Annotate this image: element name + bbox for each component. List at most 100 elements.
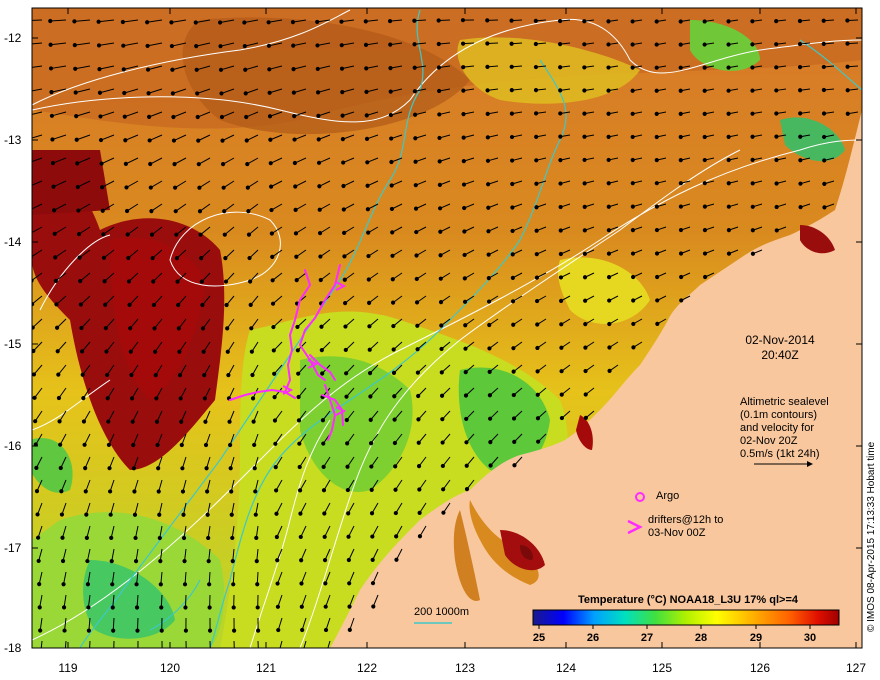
velocity-arrow-head bbox=[750, 88, 755, 93]
velocity-arrow-head bbox=[256, 628, 261, 633]
velocity-arrow-head bbox=[417, 510, 422, 515]
velocity-arrow-head bbox=[750, 111, 755, 116]
velocity-arrow-head bbox=[606, 111, 611, 116]
velocity-arrow-head bbox=[195, 91, 200, 96]
velocity-arrow-head bbox=[415, 370, 420, 375]
velocity-arrow-head bbox=[726, 134, 731, 139]
velocity-arrow-head bbox=[339, 66, 345, 71]
velocity-arrow-head bbox=[79, 325, 84, 331]
velocity-arrow-head bbox=[175, 279, 180, 284]
velocity-arrow-head bbox=[220, 162, 226, 167]
velocity-arrow-head bbox=[194, 67, 199, 72]
velocity-arrow-head bbox=[169, 20, 174, 25]
velocity-arrow-head bbox=[197, 209, 203, 214]
velocity-arrow-head bbox=[364, 89, 369, 94]
velocity-arrow-head bbox=[631, 321, 636, 327]
velocity-arrow-head bbox=[26, 90, 29, 93]
velocity-arrow-head bbox=[370, 581, 376, 586]
velocity-arrow-head bbox=[464, 487, 470, 492]
velocity-arrow-head bbox=[131, 466, 136, 471]
velocity-arrow-head bbox=[371, 604, 376, 609]
velocity-arrow-head bbox=[388, 42, 393, 47]
velocity-arrow-head bbox=[437, 159, 442, 164]
velocity-arrow-head bbox=[157, 512, 162, 517]
velocity-arrow-head bbox=[120, 19, 125, 25]
velocity-arrow-head bbox=[845, 64, 850, 69]
velocity-arrow-head bbox=[392, 417, 397, 422]
velocity-arrow-head bbox=[509, 134, 515, 140]
velocity-arrow-head bbox=[488, 463, 493, 468]
x-tick-label: 122 bbox=[356, 661, 378, 675]
velocity-arrow-head bbox=[48, 42, 53, 47]
velocity-arrow-head bbox=[133, 559, 139, 564]
velocity-arrow-head bbox=[534, 134, 539, 139]
velocity-arrow-head bbox=[461, 135, 466, 140]
velocity-arrow-head bbox=[245, 161, 250, 167]
velocity-arrow-head bbox=[250, 396, 256, 401]
velocity-arrow-head bbox=[485, 18, 490, 23]
velocity-arrow-head bbox=[254, 558, 259, 564]
velocity-arrow-head bbox=[339, 43, 344, 48]
velocity-arrow-head bbox=[416, 393, 421, 399]
velocity-arrow-head bbox=[271, 324, 276, 330]
velocity-arrow-head bbox=[606, 157, 611, 163]
velocity-arrow-head bbox=[510, 158, 515, 163]
velocity-arrow-head bbox=[630, 204, 635, 209]
velocity-arrow-head bbox=[299, 558, 304, 563]
velocity-arrow-head bbox=[821, 64, 826, 70]
velocity-arrow-head bbox=[110, 582, 115, 587]
velocity-arrow-head bbox=[133, 535, 138, 541]
velocity-arrow-head bbox=[255, 605, 260, 610]
velocity-arrow-head bbox=[103, 326, 108, 331]
velocity-arrow-head bbox=[38, 628, 43, 633]
velocity-arrow-head bbox=[655, 274, 660, 280]
velocity-arrow-head bbox=[463, 323, 468, 328]
velocity-arrow-head bbox=[654, 251, 660, 256]
velocity-arrow-head bbox=[534, 158, 539, 163]
credit-text: © IMOS 08-Apr-2015 17:13:33 Hobart time bbox=[866, 441, 877, 632]
velocity-arrow-head bbox=[201, 349, 206, 354]
velocity-arrow-head bbox=[460, 18, 466, 23]
velocity-arrow-head bbox=[679, 298, 684, 303]
velocity-arrow-head bbox=[291, 90, 296, 95]
velocity-arrow-head bbox=[486, 182, 491, 187]
velocity-arrow-head bbox=[25, 66, 28, 69]
velocity-arrow-head bbox=[103, 302, 108, 307]
velocity-arrow-head bbox=[582, 228, 587, 233]
velocity-arrow-head bbox=[606, 88, 611, 93]
velocity-arrow-head bbox=[134, 605, 140, 610]
velocity-arrow-head bbox=[583, 322, 588, 327]
velocity-arrow-head bbox=[273, 441, 278, 446]
velocity-arrow-head bbox=[246, 209, 251, 214]
velocity-arrow-head bbox=[606, 228, 611, 233]
velocity-arrow-head bbox=[177, 373, 183, 378]
velocity-arrow-head bbox=[558, 134, 563, 139]
velocity-arrow-head bbox=[392, 440, 398, 446]
velocity-arrow-head bbox=[101, 232, 106, 237]
velocity-arrow-head bbox=[654, 65, 659, 70]
velocity-arrow-head bbox=[323, 627, 329, 633]
velocity-arrow-head bbox=[145, 20, 150, 25]
velocity-arrow-head bbox=[203, 419, 208, 424]
velocity-arrow-head bbox=[413, 112, 418, 117]
velocity-arrow-head bbox=[369, 487, 374, 493]
map-date: 02-Nov-2014 20:40Z bbox=[735, 333, 825, 363]
velocity-arrow-head bbox=[366, 253, 371, 259]
velocity-arrow-head bbox=[436, 18, 441, 23]
velocity-arrow-head bbox=[149, 209, 154, 214]
velocity-arrow-head bbox=[558, 158, 563, 163]
velocity-arrow-head bbox=[702, 157, 707, 163]
velocity-arrow-head bbox=[194, 44, 199, 49]
velocity-arrow-head bbox=[461, 88, 466, 93]
velocity-arrow-head bbox=[439, 346, 444, 352]
velocity-arrow-head bbox=[200, 326, 206, 331]
velocity-arrow-head bbox=[559, 322, 564, 327]
velocity-arrow-head bbox=[630, 134, 635, 140]
velocity-arrow-head bbox=[535, 369, 540, 374]
velocity-arrow-head bbox=[181, 535, 187, 541]
x-tick-label: 124 bbox=[555, 661, 577, 675]
velocity-arrow-head bbox=[132, 512, 138, 517]
velocity-arrow-head bbox=[511, 369, 516, 374]
velocity-arrow-head bbox=[300, 627, 305, 633]
velocity-arrow-head bbox=[73, 90, 78, 95]
